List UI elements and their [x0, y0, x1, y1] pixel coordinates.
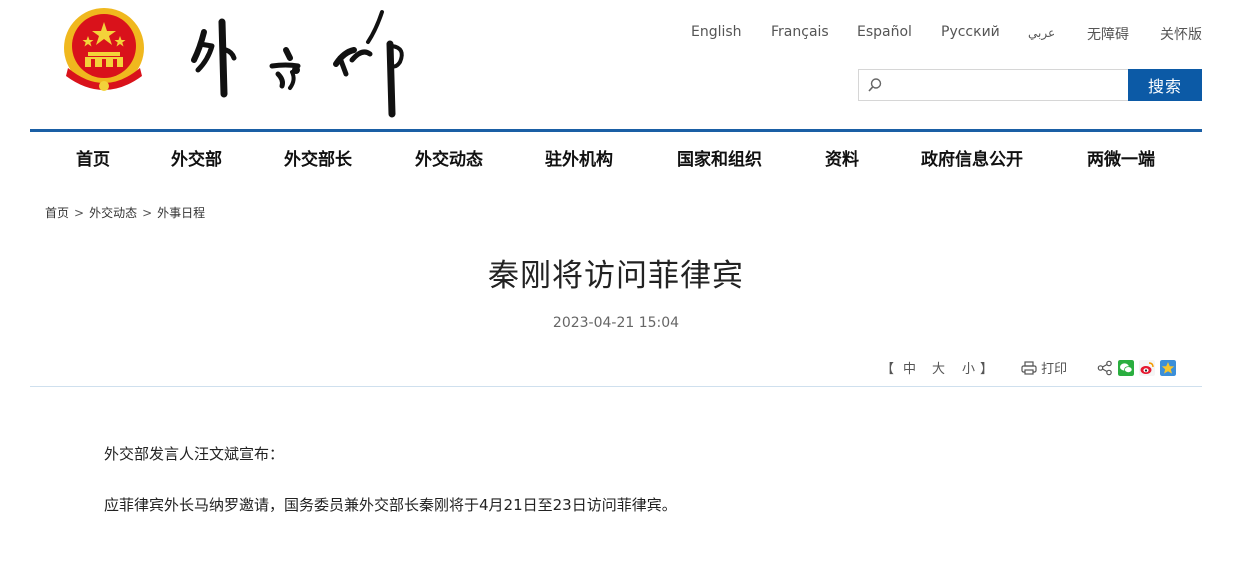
language-bar: English Français Español Русский عربي 无障… [0, 24, 1260, 44]
national-emblem-logo[interactable] [58, 6, 150, 96]
font-size-large-button[interactable]: 大 [932, 358, 945, 377]
article-tools: 【 中 大 小 】 打印 [0, 358, 1260, 378]
lang-link-english[interactable]: English [691, 24, 742, 40]
accessibility-link[interactable]: 无障碍 [1087, 24, 1129, 44]
breadcrumb-diplomatic-news[interactable]: 外交动态 [89, 206, 137, 220]
search-icon [868, 78, 882, 92]
lang-link-russian[interactable]: Русский [941, 24, 1000, 40]
article-paragraph: 应菲律宾外长马纳罗邀请，国务委员兼外交部长秦刚将于4月21日至23日访问菲律宾。 [104, 496, 677, 514]
article-title: 秦刚将访问菲律宾 [488, 258, 744, 294]
nav-item-diplomatic-news[interactable]: 外交动态 [415, 145, 483, 170]
lang-link-arabic[interactable]: عربي [1028, 26, 1055, 40]
breadcrumb-separator: > [142, 206, 153, 220]
nav-item-resources[interactable]: 资料 [825, 145, 859, 170]
font-size-bracket-open: 【 [881, 362, 895, 377]
print-button[interactable]: 打印 [1021, 358, 1067, 377]
search-button[interactable]: 搜索 [1128, 69, 1202, 101]
site-search: 搜索 [858, 69, 1202, 101]
lang-link-spanish[interactable]: Español [857, 24, 912, 40]
search-input[interactable] [889, 73, 1123, 97]
font-size-bracket-close: 】 [980, 362, 994, 377]
nav-item-missions-abroad[interactable]: 驻外机构 [545, 145, 613, 170]
font-size-medium-button[interactable]: 中 [903, 358, 916, 377]
breadcrumb-home[interactable]: 首页 [45, 206, 69, 220]
qzone-share-icon[interactable] [1160, 360, 1176, 376]
article-date: 2023-04-21 15:04 [552, 315, 680, 331]
share-icon[interactable] [1097, 360, 1113, 376]
wechat-share-icon[interactable] [1118, 360, 1134, 376]
nav-item-minister[interactable]: 外交部长 [284, 145, 352, 170]
nav-item-government-information[interactable]: 政府信息公开 [921, 145, 1023, 170]
breadcrumb-separator: > [74, 206, 85, 220]
printer-icon [1021, 361, 1037, 375]
lang-link-french[interactable]: Français [771, 24, 829, 40]
nav-item-ministry[interactable]: 外交部 [171, 145, 222, 170]
nav-item-countries-and-organizations[interactable]: 国家和组织 [677, 145, 762, 170]
tools-divider [30, 386, 1202, 387]
print-label: 打印 [1041, 362, 1068, 377]
weibo-share-icon[interactable] [1139, 360, 1155, 376]
font-size-small-button[interactable]: 小 [962, 358, 975, 377]
main-nav: 首页 外交部 外交部长 外交动态 驻外机构 国家和组织 资料 政府信息公开 两微… [30, 132, 1202, 180]
elder-care-mode-link[interactable]: 关怀版 [1160, 24, 1202, 44]
nav-item-social-media[interactable]: 两微一端 [1087, 145, 1155, 170]
search-field-wrapper[interactable] [858, 69, 1129, 101]
article-paragraph: 外交部发言人汪文斌宣布： [104, 445, 285, 463]
nav-item-home[interactable]: 首页 [76, 145, 110, 170]
breadcrumb: 首页 > 外交动态 > 外事日程 [45, 204, 205, 221]
breadcrumb-foreign-affairs-schedule[interactable]: 外事日程 [157, 206, 205, 220]
